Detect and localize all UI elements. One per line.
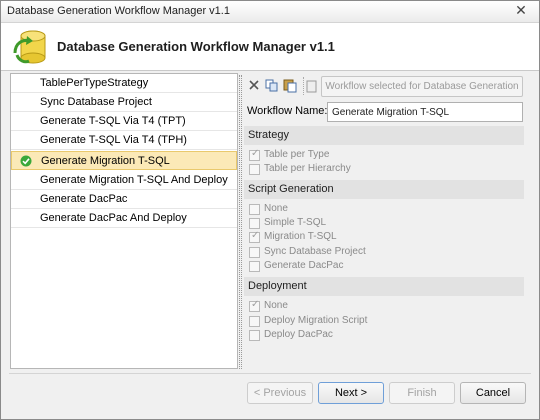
script-generation-section-header: Script Generation — [244, 180, 524, 199]
footer-divider — [9, 373, 531, 374]
workflow-name-label: Workflow Name: — [247, 105, 328, 117]
deployment-section-header: Deployment — [244, 277, 524, 296]
list-item-label: Generate Migration T-SQL And Deploy — [40, 174, 228, 186]
checkbox-label: Deploy Migration Script — [264, 315, 368, 326]
copy-icon[interactable] — [265, 77, 279, 93]
section-title: Script Generation — [248, 183, 334, 195]
checkbox-box — [249, 299, 260, 312]
section-title: Strategy — [248, 129, 289, 141]
finish-button[interactable]: Finish — [389, 382, 455, 404]
list-item-label: Generate Migration T-SQL — [41, 155, 170, 167]
checkbox-box — [249, 316, 260, 327]
checkbox-box — [249, 261, 260, 272]
checkbox-box — [249, 330, 260, 341]
workflow-name-field[interactable] — [327, 102, 523, 122]
checkbox-label: None — [264, 300, 288, 311]
window-title: Database Generation Workflow Manager v1.… — [7, 5, 230, 17]
list-item-label: Generate T-SQL Via T4 (TPH) — [40, 134, 187, 146]
wizard-window: Database Generation Workflow Manager v1.… — [0, 0, 540, 420]
checkbox-box — [249, 164, 260, 175]
checkbox-label: Migration T-SQL — [264, 231, 337, 242]
list-item-label: Sync Database Project — [40, 96, 152, 108]
checkbox-box — [249, 230, 260, 243]
workflow-steps-list: TablePerTypeStrategy Sync Database Proje… — [10, 73, 238, 369]
next-button[interactable]: Next > — [318, 382, 384, 404]
list-item[interactable]: Generate T-SQL Via T4 (TPH) — [11, 131, 237, 150]
list-item[interactable]: Generate DacPac And Deploy — [11, 209, 237, 228]
list-item-selected[interactable]: Generate Migration T-SQL — [11, 151, 237, 170]
delete-icon[interactable] — [247, 77, 261, 93]
checkbox-label: Simple T-SQL — [264, 217, 327, 228]
list-item[interactable]: Sync Database Project — [11, 93, 237, 112]
checkbox-box — [249, 204, 260, 215]
checkbox-label: Table per Hierarchy — [264, 163, 351, 174]
list-item-label: Generate DacPac — [40, 193, 128, 205]
list-item[interactable]: Generate T-SQL Via T4 (TPT) — [11, 112, 237, 131]
document-icon[interactable] — [305, 77, 319, 93]
database-workflow-icon — [13, 30, 46, 64]
checkmark-icon — [20, 155, 32, 167]
checkbox-label: Deploy DacPac — [264, 329, 333, 340]
list-item[interactable]: TablePerTypeStrategy — [11, 74, 237, 93]
section-title: Deployment — [248, 280, 307, 292]
checkbox-box — [249, 148, 260, 161]
wizard-header: Database Generation Workflow Manager v1.… — [1, 23, 539, 71]
workflow-selected-button[interactable]: Workflow selected for Database Generatio… — [321, 76, 523, 97]
page-heading: Database Generation Workflow Manager v1.… — [57, 39, 335, 54]
list-item[interactable]: Generate DacPac — [11, 190, 237, 209]
checkbox-label: Generate DacPac — [264, 260, 344, 271]
list-item-label: Generate DacPac And Deploy — [40, 212, 187, 224]
checkbox-label: Table per Type — [264, 149, 330, 160]
previous-button[interactable]: < Previous — [247, 382, 313, 404]
checkbox-box — [249, 218, 260, 229]
list-item-label: TablePerTypeStrategy — [40, 77, 149, 89]
list-item-label: Generate T-SQL Via T4 (TPT) — [40, 115, 186, 127]
checkbox-box — [249, 247, 260, 258]
checkbox-label: None — [264, 203, 288, 214]
panel-splitter[interactable] — [239, 75, 242, 369]
cancel-button[interactable]: Cancel — [460, 382, 526, 404]
paste-icon[interactable] — [283, 77, 297, 93]
checkbox-label: Sync Database Project — [264, 246, 366, 257]
close-icon[interactable]: ✕ — [511, 2, 531, 20]
title-bar: Database Generation Workflow Manager v1.… — [1, 1, 539, 23]
strategy-section-header: Strategy — [244, 126, 524, 145]
list-item[interactable]: Generate Migration T-SQL And Deploy — [11, 171, 237, 190]
